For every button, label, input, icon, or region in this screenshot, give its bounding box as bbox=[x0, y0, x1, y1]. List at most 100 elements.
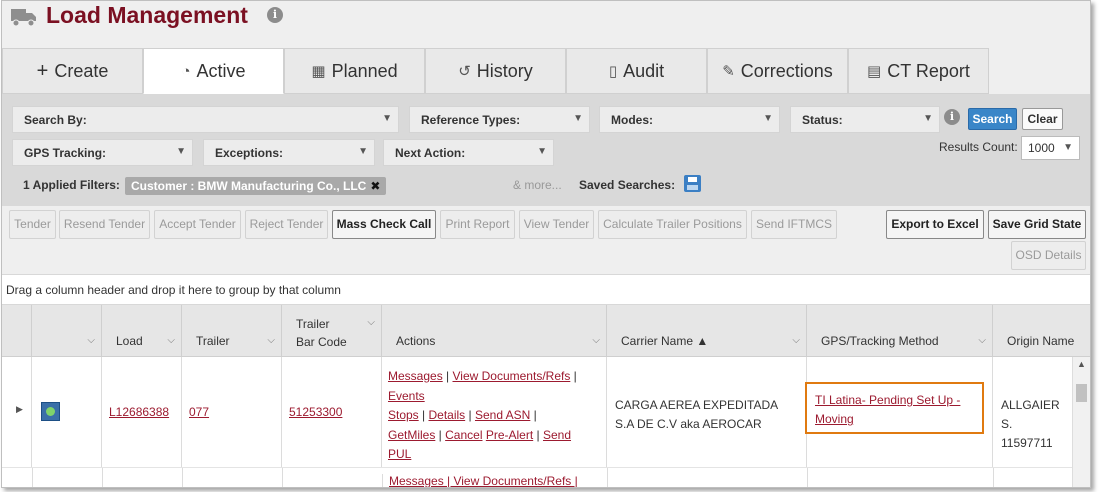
accept-tender-button[interactable]: Accept Tender bbox=[154, 210, 241, 239]
next-action-dropdown[interactable]: Next Action: ▼ bbox=[383, 139, 554, 166]
column-label: GPS/Tracking Method bbox=[821, 334, 939, 348]
column-label: Trailer bbox=[196, 334, 230, 348]
dropdown-label: Exceptions: bbox=[215, 146, 284, 160]
reject-tender-button[interactable]: Reject Tender bbox=[245, 210, 328, 239]
carrier-name-line: S.A DE C.V aka AEROCAR bbox=[615, 417, 762, 431]
stops-link[interactable]: Stops bbox=[388, 408, 419, 422]
tab-planned[interactable]: ▦ Planned bbox=[284, 48, 425, 94]
view-tender-button[interactable]: View Tender bbox=[519, 210, 594, 239]
messages-link[interactable]: Messages | View Documents/Refs | bbox=[389, 474, 578, 487]
modes-dropdown[interactable]: Modes: ▼ bbox=[599, 106, 780, 133]
divider bbox=[102, 468, 103, 487]
osd-details-button[interactable]: OSD Details bbox=[1011, 241, 1086, 270]
tab-label: Create bbox=[54, 60, 109, 81]
column-label-line: Bar Code bbox=[296, 335, 347, 349]
app-window: Load Management i + Create ◔ Active ▦ Plann… bbox=[1, 0, 1091, 488]
results-count-value: 1000 bbox=[1028, 141, 1055, 155]
getmiles-link[interactable]: GetMiles bbox=[388, 428, 435, 442]
origin-name-cell: ALLGAIER S. 11597711 bbox=[993, 357, 1072, 467]
column-header-select[interactable]: ⌵ bbox=[32, 305, 102, 357]
results-count-select[interactable]: 1000 ▼ bbox=[1021, 136, 1080, 160]
caret-down-icon: ▼ bbox=[176, 146, 186, 157]
column-header-actions[interactable]: Actions ⌵ bbox=[382, 305, 607, 357]
reference-types-dropdown[interactable]: Reference Types: ▼ bbox=[409, 106, 590, 133]
filter-chip: Customer : BMW Manufacturing Co., LLC ✖ bbox=[125, 177, 387, 195]
caret-down-icon: ▼ bbox=[537, 146, 547, 157]
page-header: Load Management i bbox=[2, 1, 1090, 48]
status-dropdown[interactable]: Status: ▼ bbox=[790, 106, 940, 133]
gps-tracking-link-cont[interactable]: Moving bbox=[815, 412, 854, 426]
gps-tracking-link[interactable]: TI Latina- Pending Set Up - bbox=[815, 393, 960, 407]
tracking-status-icon[interactable] bbox=[41, 402, 60, 421]
events-link[interactable]: Events bbox=[388, 389, 425, 403]
column-header-trailer-bar-code[interactable]: Trailer Bar Code ⌵ bbox=[282, 305, 382, 357]
close-icon[interactable]: ✖ bbox=[370, 179, 380, 193]
load-link[interactable]: L12686388 bbox=[109, 405, 169, 419]
cancel-link[interactable]: Cancel bbox=[445, 428, 482, 442]
chevron-down-icon[interactable]: ⌵ bbox=[592, 335, 600, 346]
pre-alert-link[interactable]: Pre-Alert bbox=[486, 428, 533, 442]
dropdown-label: Status: bbox=[802, 113, 843, 127]
truck-icon bbox=[11, 9, 36, 27]
save-grid-state-button[interactable]: Save Grid State bbox=[988, 210, 1086, 239]
send-iftmcs-button[interactable]: Send IFTMCS bbox=[751, 210, 837, 239]
caret-down-icon: ▼ bbox=[358, 146, 368, 157]
resend-tender-button[interactable]: Resend Tender bbox=[59, 210, 150, 239]
column-header-load[interactable]: Load ⌵ bbox=[102, 305, 182, 357]
send-pul-link-cont[interactable]: PUL bbox=[388, 447, 411, 461]
tab-active[interactable]: ◔ Active bbox=[143, 48, 284, 94]
column-label: Load bbox=[116, 334, 143, 348]
gps-tracking-dropdown[interactable]: GPS Tracking: ▼ bbox=[12, 139, 193, 166]
bar-code-link[interactable]: 51253300 bbox=[289, 405, 342, 419]
details-link[interactable]: Details bbox=[428, 408, 465, 422]
tab-history[interactable]: ↺ History bbox=[425, 48, 566, 94]
column-header-carrier-name[interactable]: Carrier Name ▲ ⌵ bbox=[607, 305, 807, 357]
trailer-link[interactable]: 077 bbox=[189, 405, 209, 419]
tender-button[interactable]: Tender bbox=[9, 210, 56, 239]
print-report-button[interactable]: Print Report bbox=[440, 210, 515, 239]
dropdown-label: Search By: bbox=[24, 113, 87, 127]
column-header-gps-tracking[interactable]: GPS/Tracking Method ⌵ bbox=[807, 305, 993, 357]
mass-check-call-button[interactable]: Mass Check Call bbox=[332, 210, 436, 239]
tab-create[interactable]: + Create bbox=[2, 48, 143, 94]
column-header-trailer[interactable]: Trailer ⌵ bbox=[182, 305, 282, 357]
column-header-origin-name[interactable]: Origin Name bbox=[993, 305, 1090, 357]
more-filters-link[interactable]: & more... bbox=[513, 178, 562, 192]
expand-column-header bbox=[2, 305, 32, 357]
pie-icon: ◔ bbox=[181, 62, 191, 80]
group-by-drop-zone[interactable]: Drag a column header and drop it here to… bbox=[2, 274, 1090, 305]
search-by-dropdown[interactable]: Search By: ▼ bbox=[12, 106, 399, 133]
search-button[interactable]: Search bbox=[968, 108, 1017, 130]
chevron-down-icon[interactable]: ⌵ bbox=[792, 335, 800, 346]
dropdown-label: Modes: bbox=[611, 113, 653, 127]
chevron-down-icon[interactable]: ⌵ bbox=[267, 335, 275, 346]
tab-corrections[interactable]: ✎ Corrections bbox=[707, 48, 848, 94]
divider bbox=[807, 468, 808, 487]
calculate-trailer-positions-button[interactable]: Calculate Trailer Positions bbox=[598, 210, 747, 239]
export-to-excel-button[interactable]: Export to Excel bbox=[886, 210, 984, 239]
messages-link[interactable]: Messages bbox=[388, 369, 443, 383]
column-label-line: Trailer bbox=[296, 317, 330, 331]
chevron-down-icon[interactable]: ⌵ bbox=[367, 317, 375, 328]
chevron-down-icon[interactable]: ⌵ bbox=[978, 335, 986, 346]
expand-row-icon[interactable]: ▶ bbox=[16, 404, 23, 415]
save-icon[interactable] bbox=[684, 175, 701, 192]
send-pul-link[interactable]: Send bbox=[543, 428, 571, 442]
info-icon[interactable]: i bbox=[267, 7, 283, 23]
vertical-scrollbar[interactable]: ▲ bbox=[1072, 357, 1090, 487]
send-asn-link[interactable]: Send ASN bbox=[475, 408, 530, 422]
chevron-down-icon[interactable]: ⌵ bbox=[167, 335, 175, 346]
chevron-down-icon[interactable]: ⌵ bbox=[87, 335, 95, 346]
clear-button[interactable]: Clear bbox=[1022, 108, 1063, 130]
tab-label: Corrections bbox=[740, 60, 833, 81]
scroll-up-icon[interactable]: ▲ bbox=[1077, 359, 1086, 369]
view-documents-link[interactable]: View Documents/Refs bbox=[453, 369, 571, 383]
exceptions-dropdown[interactable]: Exceptions: ▼ bbox=[203, 139, 375, 166]
scroll-thumb[interactable] bbox=[1076, 384, 1087, 402]
tab-audit[interactable]: ▯ Audit bbox=[566, 48, 707, 94]
calendar-icon: ▦ bbox=[311, 63, 326, 80]
status-info-icon[interactable]: i bbox=[944, 109, 960, 125]
tab-ct-report[interactable]: ▤ CT Report bbox=[848, 48, 989, 94]
column-label: Carrier Name ▲ bbox=[621, 334, 709, 348]
divider bbox=[32, 468, 33, 487]
